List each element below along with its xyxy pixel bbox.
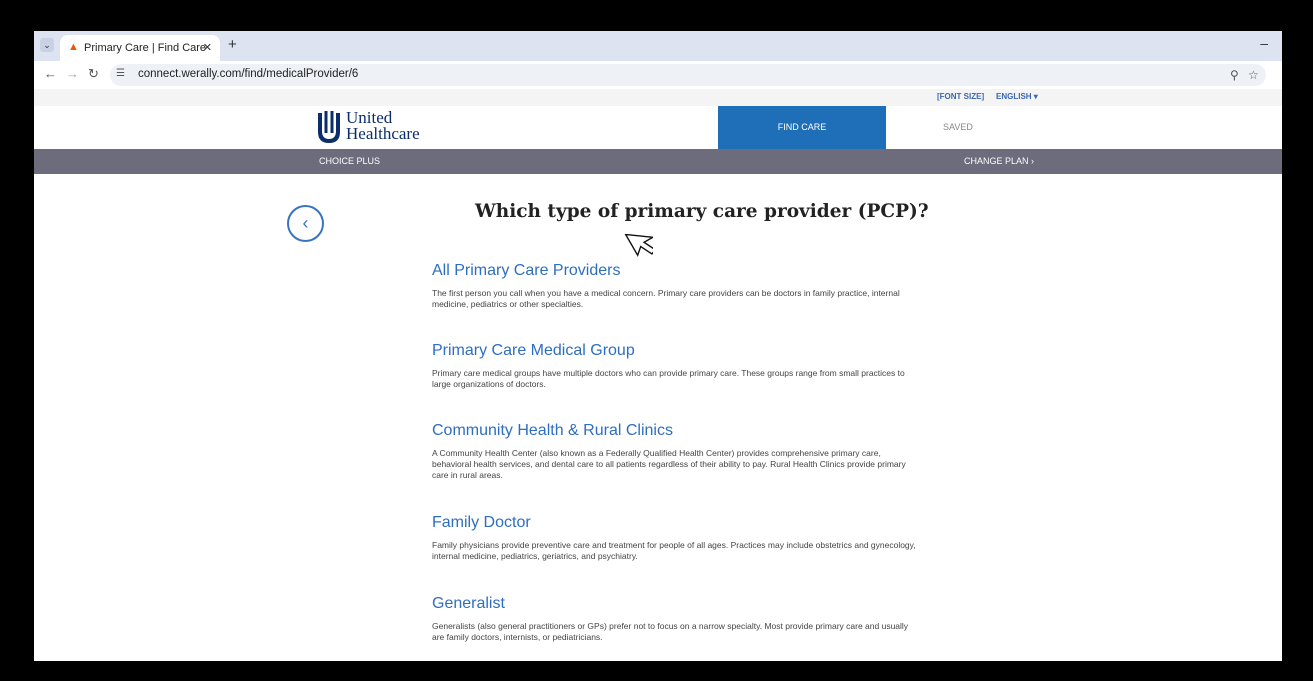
site-header: United Healthcare FIND CARE SAVED	[34, 106, 1282, 149]
pcp-option-all-providers[interactable]: All Primary Care Providers The first per…	[432, 261, 922, 310]
pcp-option-description: Family physicians provide preventive car…	[432, 540, 916, 561]
pcp-option-description: Primary care medical groups have multipl…	[432, 368, 905, 389]
tab-search-icon[interactable]: ⌄	[40, 38, 54, 52]
pcp-option-title[interactable]: Generalist	[432, 594, 922, 614]
pcp-option-description: A Community Health Center (also known as…	[432, 448, 906, 480]
plan-bar: CHOICE PLUS CHANGE PLAN ›	[34, 149, 1282, 174]
browser-toolbar: ← → ↻ ☰ connect.werally.com/find/medical…	[34, 61, 1282, 90]
unitedhealthcare-logo[interactable]: United Healthcare	[316, 109, 476, 147]
pcp-option-title[interactable]: Family Doctor	[432, 513, 922, 533]
pcp-option-title[interactable]: All Primary Care Providers	[432, 261, 922, 281]
mouse-cursor-icon	[624, 234, 653, 257]
site-info-icon[interactable]: ☰	[116, 68, 125, 79]
pcp-option-community-health[interactable]: Community Health & Rural Clinics A Commu…	[432, 421, 922, 481]
change-plan-link[interactable]: CHANGE PLAN ›	[964, 156, 1034, 166]
saved-tab[interactable]: SAVED	[943, 106, 973, 149]
logo-line-healthcare: Healthcare	[346, 124, 420, 143]
pcp-option-family-doctor[interactable]: Family Doctor Family physicians provide …	[432, 513, 922, 562]
font-size-link[interactable]: [FONT SIZE]	[937, 92, 984, 101]
new-tab-icon[interactable]: +	[228, 36, 237, 53]
pcp-option-generalist[interactable]: Generalist Generalists (also general pra…	[432, 594, 922, 643]
find-care-tab[interactable]: FIND CARE	[718, 106, 886, 149]
bookmark-star-icon[interactable]: ☆	[1248, 68, 1259, 82]
browser-viewport: ⌄ ▲ Primary Care | Find Care ✕ + – ← → ↻…	[34, 31, 1282, 661]
back-arrow-icon[interactable]: ←	[44, 66, 57, 81]
reload-icon[interactable]: ↻	[88, 66, 99, 82]
zoom-icon[interactable]: ⚲	[1230, 68, 1239, 82]
language-selector[interactable]: ENGLISH ▾	[996, 92, 1038, 101]
logo-wordmark: United Healthcare	[346, 109, 420, 143]
minimize-icon[interactable]: –	[1260, 35, 1268, 51]
plan-name: CHOICE PLUS	[319, 156, 381, 166]
pcp-option-medical-group[interactable]: Primary Care Medical Group Primary care …	[432, 341, 922, 390]
warning-favicon-icon: ▲	[68, 41, 79, 53]
back-button[interactable]: ‹	[287, 205, 324, 242]
tab-strip: ⌄ ▲ Primary Care | Find Care ✕ + –	[34, 31, 1282, 61]
pcp-option-title[interactable]: Primary Care Medical Group	[432, 341, 922, 361]
pcp-option-title[interactable]: Community Health & Rural Clinics	[432, 421, 922, 441]
uhc-shield-icon	[318, 111, 340, 143]
address-bar[interactable]: ☰ connect.werally.com/find/medicalProvid…	[110, 64, 1266, 86]
browser-tab[interactable]: ▲ Primary Care | Find Care ✕	[60, 35, 220, 61]
pcp-option-description: The first person you call when you have …	[432, 288, 900, 309]
forward-arrow-icon[interactable]: →	[66, 66, 79, 81]
close-tab-icon[interactable]: ✕	[203, 41, 212, 54]
page-title: Which type of primary care provider (PCP…	[475, 201, 929, 222]
utility-bar: [FONT SIZE] ENGLISH ▾	[34, 89, 1282, 106]
url-text: connect.werally.com/find/medicalProvider…	[138, 68, 359, 80]
tab-title: Primary Care | Find Care	[84, 42, 207, 54]
pcp-option-description: Generalists (also general practitioners …	[432, 621, 909, 642]
